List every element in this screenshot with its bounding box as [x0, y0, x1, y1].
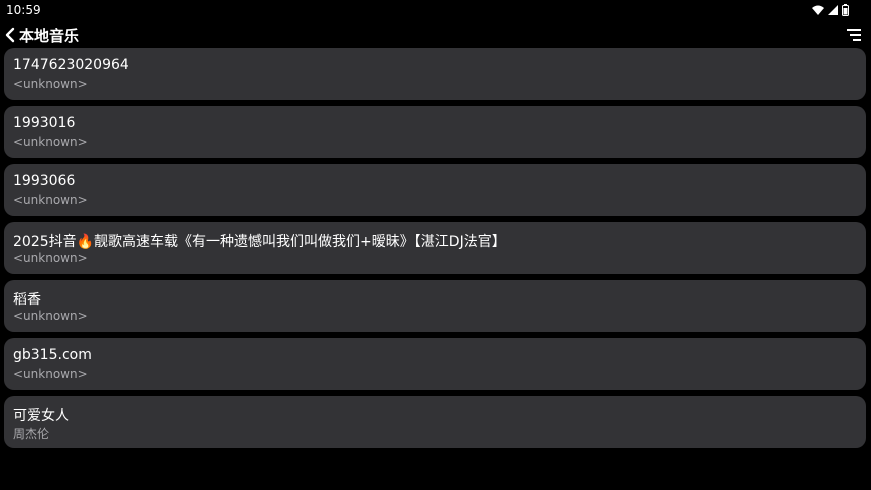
back-button[interactable]	[4, 27, 16, 43]
song-title: 1993066	[13, 173, 76, 189]
app-bar: 本地音乐	[0, 22, 871, 48]
song-title: 稻香	[13, 292, 41, 308]
status-icons	[812, 4, 849, 16]
song-artist: <unknown>	[13, 367, 88, 381]
sort-menu-button[interactable]	[847, 27, 861, 43]
song-item[interactable]: 2025抖音🔥靓歌高速车载《有一种遗憾叫我们叫做我们+暧昧》【湛江DJ法官】 <…	[4, 222, 866, 274]
status-bar: 10:59	[0, 0, 871, 20]
song-artist: <unknown>	[13, 135, 88, 149]
song-list: 1747623020964 <unknown> 1993016 <unknown…	[4, 48, 866, 454]
song-artist: <unknown>	[13, 193, 88, 207]
song-item[interactable]: 1993016 <unknown>	[4, 106, 866, 158]
song-title: 1993016	[13, 115, 76, 131]
song-artist: 周杰伦	[13, 427, 50, 441]
song-item[interactable]: gb315.com <unknown>	[4, 338, 866, 390]
song-title: gb315.com	[13, 347, 92, 363]
status-time: 10:59	[6, 3, 41, 17]
wifi-icon	[812, 5, 824, 15]
song-artist: <unknown>	[13, 251, 88, 265]
song-title: 可爱女人	[13, 408, 69, 424]
song-item[interactable]: 1747623020964 <unknown>	[4, 48, 866, 100]
song-item[interactable]: 可爱女人 周杰伦	[4, 396, 866, 448]
song-item[interactable]: 1993066 <unknown>	[4, 164, 866, 216]
song-artist: <unknown>	[13, 77, 88, 91]
sort-menu-icon	[847, 29, 861, 41]
song-item[interactable]: 稻香 <unknown>	[4, 280, 866, 332]
song-title: 1747623020964	[13, 57, 129, 73]
chevron-left-icon	[5, 27, 15, 43]
page-title: 本地音乐	[19, 27, 80, 45]
song-title: 2025抖音🔥靓歌高速车载《有一种遗憾叫我们叫做我们+暧昧》【湛江DJ法官】	[13, 234, 506, 250]
song-artist: <unknown>	[13, 309, 88, 323]
signal-icon	[828, 5, 838, 15]
battery-icon	[842, 4, 849, 16]
